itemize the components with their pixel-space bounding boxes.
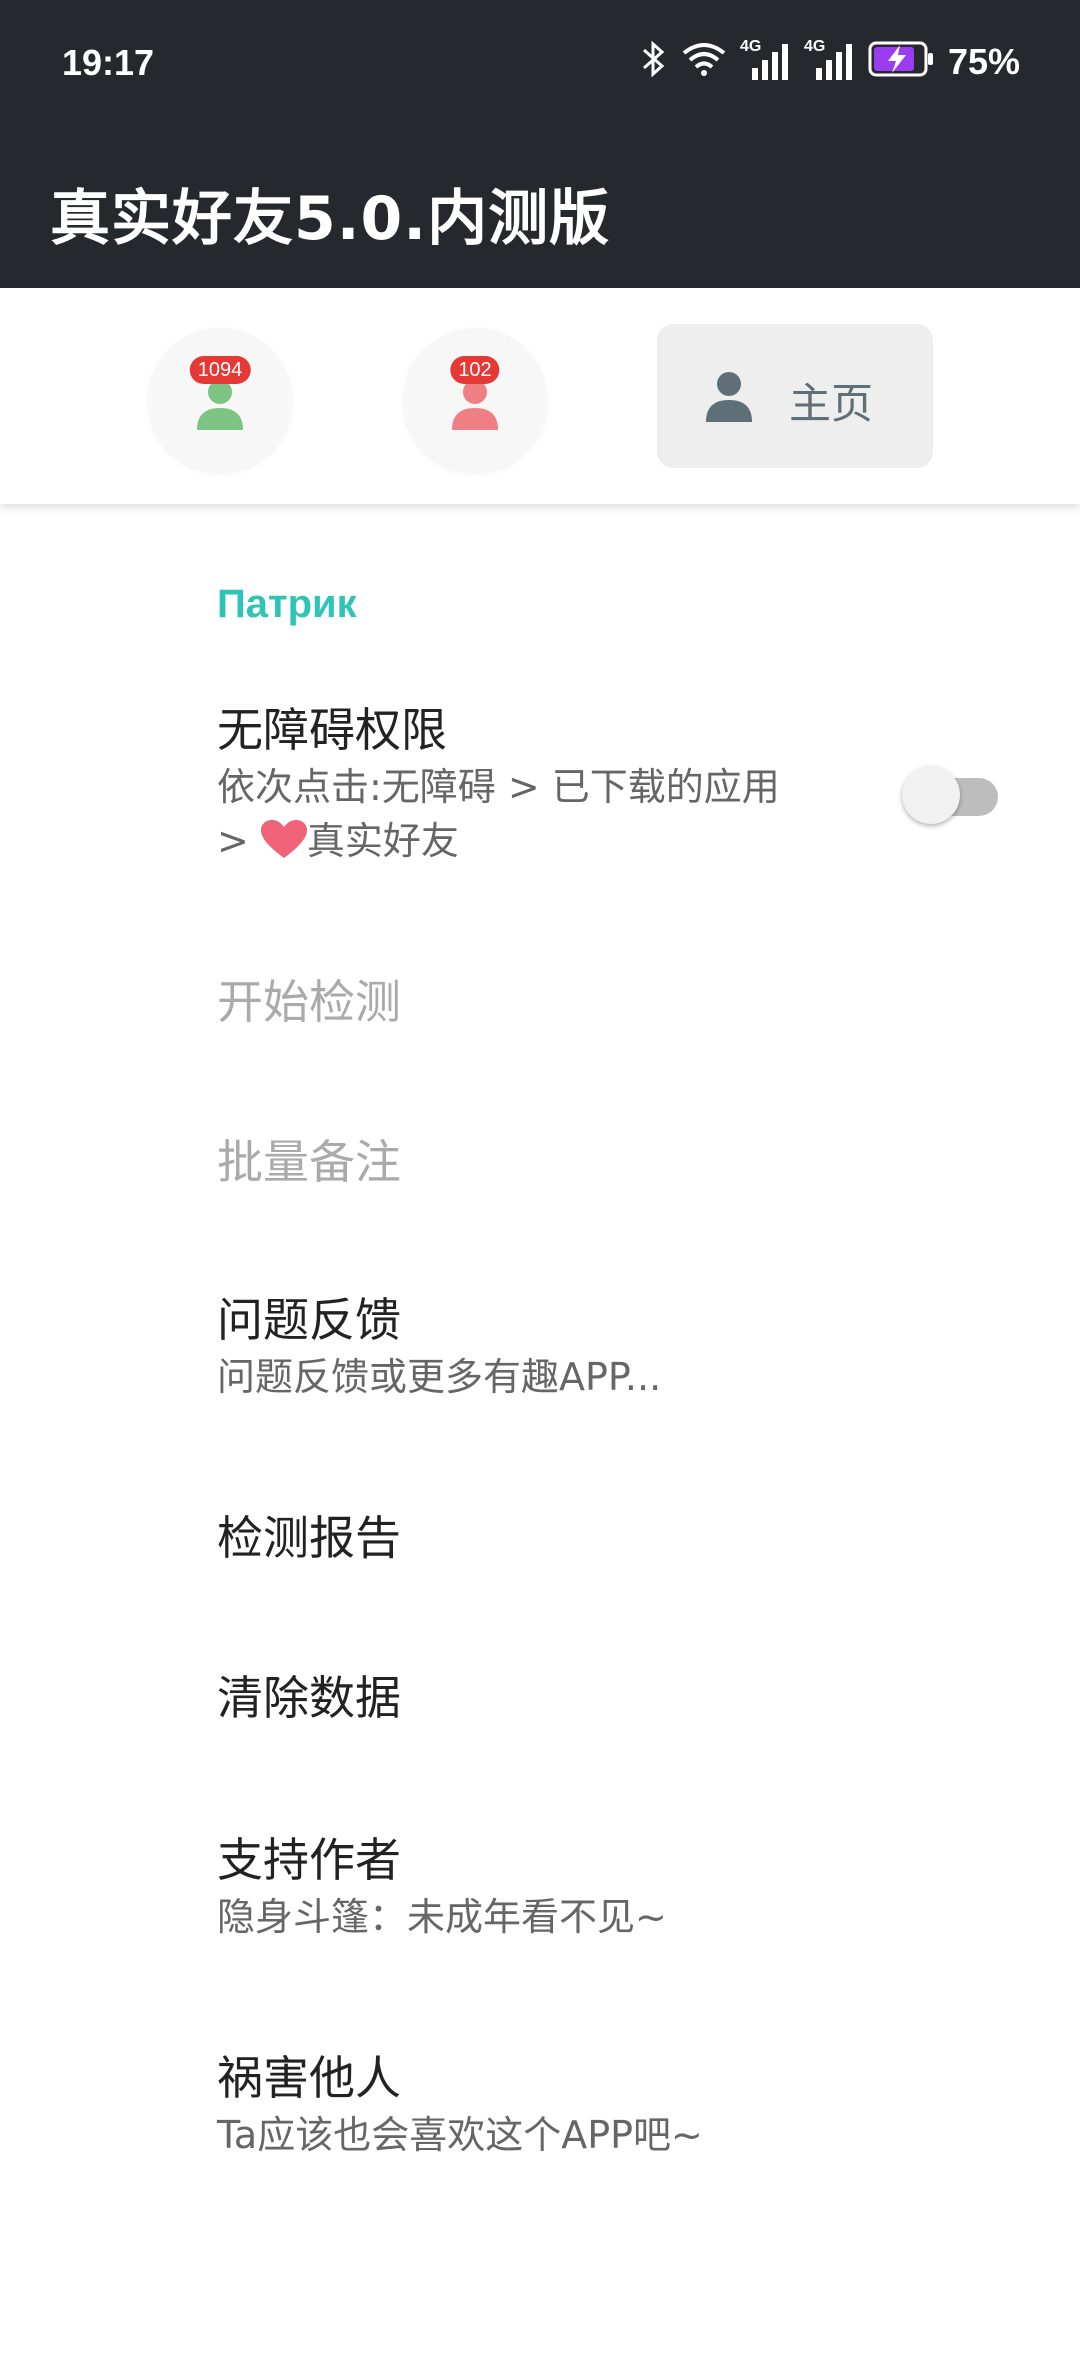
badge-count: 1094 [189, 356, 251, 384]
tab-friends-red[interactable]: 102 [403, 328, 547, 472]
pref-summary: Ta应该也会喜欢这个APP吧~ [217, 2113, 703, 2157]
status-icons: 4G 4G 75% [640, 38, 1020, 83]
network-label: 4G [739, 37, 762, 55]
person-icon [452, 380, 498, 430]
settings-list: Патрик 无障碍权限 依次点击:无障碍 > 已下载的应用 > 真实好友 开始… [0, 504, 1080, 2376]
pref-title: 批量备注 [217, 1135, 401, 1189]
pref-support-author[interactable]: 支持作者 隐身斗篷：未成年看不见~ [217, 1830, 997, 1944]
pref-summary: 依次点击:无障碍 > 已下载的应用 > 真实好友 [217, 760, 997, 868]
pref-clear-data[interactable]: 清除数据 [217, 1668, 997, 1728]
pref-title: 问题反馈 [217, 1293, 401, 1347]
tab-home[interactable]: 主页 [657, 324, 933, 468]
person-icon [706, 372, 752, 422]
tab-bar: 1094 102 主页 [0, 288, 1080, 504]
summary-prefix: > [217, 819, 261, 863]
battery-charging-icon [868, 41, 934, 82]
pref-accessibility[interactable]: 无障碍权限 依次点击:无障碍 > 已下载的应用 > 真实好友 [217, 700, 997, 868]
pref-report[interactable]: 检测报告 [217, 1508, 997, 1568]
wifi-icon [682, 41, 726, 82]
status-time: 19:17 [62, 42, 155, 83]
status-bar: 19:17 4G 4G 75% [0, 0, 1080, 130]
network-label: 4G [803, 37, 826, 55]
pref-summary: 问题反馈或更多有趣APP... [217, 1355, 662, 1399]
pref-batch-remark[interactable]: 批量备注 [217, 1132, 997, 1192]
pref-share[interactable]: 祸害他人 Ta应该也会喜欢这个APP吧~ [217, 2048, 997, 2162]
badge-count: 102 [450, 356, 500, 384]
app-title: 真实好友5.0.内测版 [50, 184, 611, 254]
accessibility-switch[interactable] [900, 764, 1000, 824]
pref-summary: 隐身斗篷：未成年看不见~ [217, 1895, 667, 1939]
pref-title: 无障碍权限 [217, 703, 447, 757]
heart-icon [260, 820, 307, 858]
section-header: Патрик [217, 582, 357, 626]
pref-title: 开始检测 [217, 975, 401, 1029]
summary-suffix: 真实好友 [306, 819, 459, 863]
switch-thumb [902, 766, 960, 824]
pref-title: 祸害他人 [217, 2051, 401, 2105]
pref-title: 清除数据 [217, 1671, 401, 1725]
app-bar: 真实好友5.0.内测版 [0, 130, 1080, 288]
pref-feedback[interactable]: 问题反馈 问题反馈或更多有趣APP... [217, 1290, 997, 1404]
summary-line: > 真实好友 [217, 814, 997, 868]
bluetooth-icon [640, 40, 668, 83]
pref-start-detect[interactable]: 开始检测 [217, 972, 997, 1032]
signal-4g-icon: 4G [740, 38, 790, 82]
battery-percent: 75% [947, 40, 1020, 82]
tab-home-label: 主页 [789, 379, 874, 428]
summary-line: 依次点击:无障碍 > 已下载的应用 [217, 765, 780, 809]
signal-4g-icon: 4G [804, 38, 854, 82]
pref-title: 支持作者 [217, 1833, 401, 1887]
person-icon [197, 380, 243, 430]
pref-title: 检测报告 [217, 1511, 401, 1565]
tab-friends-green[interactable]: 1094 [148, 328, 292, 472]
